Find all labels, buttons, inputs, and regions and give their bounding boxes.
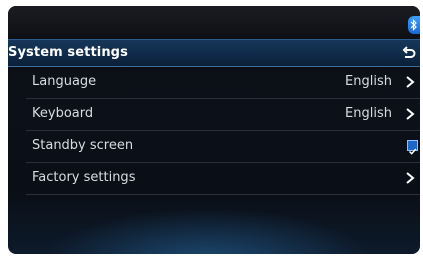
bluetooth-icon (408, 16, 420, 34)
setting-label: Keyboard (32, 106, 94, 121)
settings-screen: System settings Language English Keyboar… (8, 6, 420, 254)
checkmark-icon (408, 148, 417, 155)
chevron-right-icon (406, 108, 415, 120)
header-bar: System settings (8, 39, 420, 67)
setting-row-standby-screen[interactable]: Standby screen (26, 131, 420, 163)
setting-label: Factory settings (32, 170, 136, 185)
back-button[interactable] (400, 44, 418, 62)
chevron-right-icon (406, 172, 415, 184)
setting-row-keyboard[interactable]: Keyboard English (26, 99, 420, 131)
setting-value: English (345, 106, 392, 121)
page-title: System settings (8, 45, 128, 60)
setting-label: Language (32, 74, 97, 89)
status-bar (8, 6, 420, 38)
settings-list: Language English Keyboard English Standb… (8, 67, 420, 195)
setting-row-language[interactable]: Language English (26, 67, 420, 99)
chevron-right-icon (406, 76, 415, 88)
back-arrow-icon (402, 46, 416, 58)
setting-label: Standby screen (32, 138, 134, 153)
setting-row-factory-settings[interactable]: Factory settings (26, 163, 420, 195)
standby-screen-checkbox[interactable] (407, 140, 418, 155)
setting-value: English (345, 74, 392, 89)
